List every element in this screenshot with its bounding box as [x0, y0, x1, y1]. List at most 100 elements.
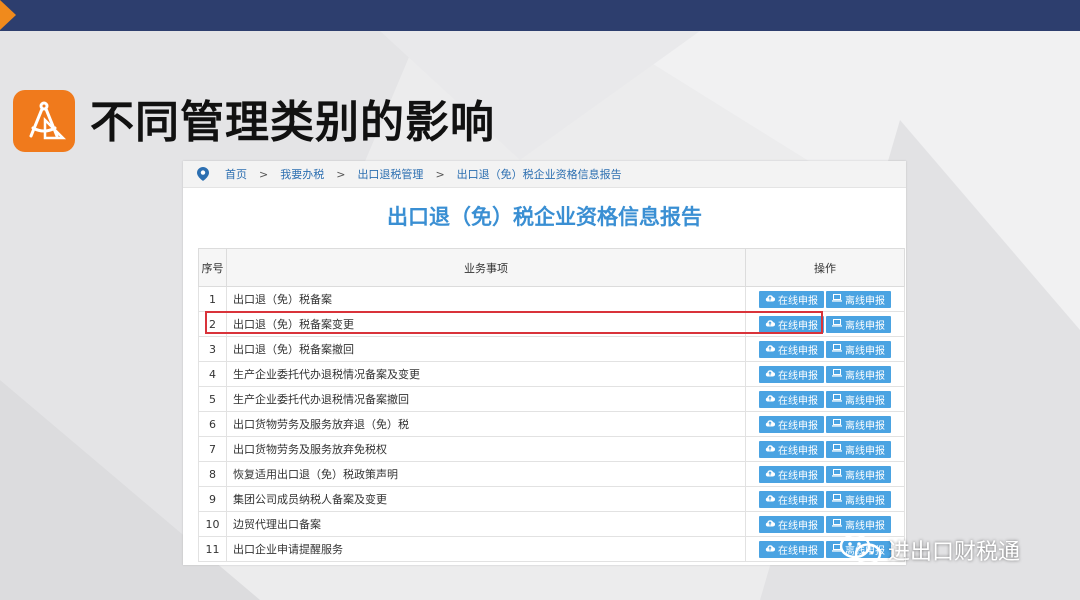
- offline-filing-button[interactable]: 离线申报: [826, 390, 891, 408]
- row-item-name: 出口货物劳务及服务放弃退（免）税: [226, 411, 746, 437]
- cloud-upload-icon: [765, 344, 778, 355]
- offline-filing-button[interactable]: 离线申报: [826, 515, 891, 533]
- table-row: 10 边贸代理出口备案 在线申报 离线申报: [198, 511, 905, 537]
- row-actions: 在线申报 离线申报: [745, 361, 905, 387]
- cloud-upload-icon: [765, 419, 778, 430]
- table-row: 2 出口退（免）税备案变更 在线申报 离线申报: [198, 311, 905, 337]
- online-filing-button[interactable]: 在线申报: [759, 515, 824, 533]
- online-filing-label: 在线申报: [778, 420, 818, 432]
- row-actions: 在线申报 离线申报: [745, 386, 905, 412]
- cloud-upload-icon: [765, 369, 778, 380]
- offline-filing-label: 离线申报: [845, 320, 885, 332]
- table-row: 3 出口退（免）税备案撤回 在线申报 离线申报: [198, 336, 905, 362]
- online-filing-label: 在线申报: [778, 295, 818, 307]
- row-item-name: 恢复适用出口退（免）税政策声明: [226, 461, 746, 487]
- watermark: 进出口财税通: [840, 533, 1020, 567]
- row-actions: 在线申报 离线申报: [745, 436, 905, 462]
- offline-filing-button[interactable]: 离线申报: [826, 365, 891, 383]
- breadcrumb-separator: >: [336, 167, 346, 181]
- row-number: 8: [198, 461, 227, 487]
- table-row: 1 出口退（免）税备案 在线申报 离线申报: [198, 286, 905, 312]
- location-pin-icon: [197, 167, 209, 181]
- top-bar: [0, 0, 1080, 31]
- online-filing-button[interactable]: 在线申报: [759, 415, 824, 433]
- breadcrumb: 首页 > 我要办税 > 出口退税管理 > 出口退（免）税企业资格信息报告: [183, 161, 906, 188]
- cloud-upload-icon: [765, 469, 778, 480]
- table-row: 9 集团公司成员纳税人备案及变更 在线申报 离线申报: [198, 486, 905, 512]
- row-item-name: 出口货物劳务及服务放弃免税权: [226, 436, 746, 462]
- business-items-table: 序号 业务事项 操作 1 出口退（免）税备案 在线申报 离线申报 2 出口退（免）税备案变…: [198, 248, 905, 562]
- online-filing-button[interactable]: 在线申报: [759, 315, 824, 333]
- breadcrumb-home[interactable]: 首页: [225, 166, 247, 182]
- header-ops: 操作: [745, 248, 905, 287]
- offline-filing-button[interactable]: 离线申报: [826, 315, 891, 333]
- online-filing-button[interactable]: 在线申报: [759, 440, 824, 458]
- online-filing-button[interactable]: 在线申报: [759, 290, 824, 308]
- breadcrumb-current[interactable]: 出口退（免）税企业资格信息报告: [457, 166, 622, 182]
- online-filing-label: 在线申报: [778, 545, 818, 557]
- online-filing-label: 在线申报: [778, 345, 818, 357]
- online-filing-button[interactable]: 在线申报: [759, 365, 824, 383]
- laptop-icon: [832, 343, 845, 355]
- offline-filing-label: 离线申报: [845, 345, 885, 357]
- laptop-icon: [832, 318, 845, 330]
- laptop-icon: [832, 493, 845, 505]
- online-filing-button[interactable]: 在线申报: [759, 540, 824, 558]
- cloud-upload-icon: [765, 444, 778, 455]
- table-row: 4 生产企业委托代办退税情况备案及变更 在线申报 离线申报: [198, 361, 905, 387]
- row-number: 9: [198, 486, 227, 512]
- online-filing-label: 在线申报: [778, 470, 818, 482]
- online-filing-button[interactable]: 在线申报: [759, 390, 824, 408]
- laptop-icon: [832, 443, 845, 455]
- cloud-upload-icon: [765, 544, 778, 555]
- row-item-name: 边贸代理出口备案: [226, 511, 746, 537]
- row-number: 7: [198, 436, 227, 462]
- row-item-name: 生产企业委托代办退税情况备案撤回: [226, 386, 746, 412]
- offline-filing-button[interactable]: 离线申报: [826, 490, 891, 508]
- offline-filing-button[interactable]: 离线申报: [826, 440, 891, 458]
- offline-filing-label: 离线申报: [845, 470, 885, 482]
- breadcrumb-tax-filing[interactable]: 我要办税: [280, 166, 324, 182]
- online-filing-label: 在线申报: [778, 445, 818, 457]
- laptop-icon: [832, 518, 845, 530]
- offline-filing-button[interactable]: 离线申报: [826, 415, 891, 433]
- row-number: 11: [198, 536, 227, 562]
- top-accent-triangle: [0, 0, 16, 30]
- slide-title: 不同管理类别的影响: [90, 97, 495, 148]
- online-filing-button[interactable]: 在线申报: [759, 340, 824, 358]
- table-row: 6 出口货物劳务及服务放弃退（免）税 在线申报 离线申报: [198, 411, 905, 437]
- online-filing-button[interactable]: 在线申报: [759, 465, 824, 483]
- row-item-name: 出口退（免）税备案撤回: [226, 336, 746, 362]
- row-actions: 在线申报 离线申报: [745, 486, 905, 512]
- row-number: 3: [198, 336, 227, 362]
- tax-portal-panel: 首页 > 我要办税 > 出口退税管理 > 出口退（免）税企业资格信息报告 出口退…: [183, 161, 906, 565]
- row-number: 2: [198, 311, 227, 337]
- laptop-icon: [832, 468, 845, 480]
- breadcrumb-export-refund[interactable]: 出口退税管理: [357, 166, 423, 182]
- table-row: 7 出口货物劳务及服务放弃免税权 在线申报 离线申报: [198, 436, 905, 462]
- wechat-icon: [840, 533, 882, 565]
- row-item-name: 出口企业申请提醒服务: [226, 536, 746, 562]
- row-number: 1: [198, 286, 227, 312]
- online-filing-label: 在线申报: [778, 395, 818, 407]
- row-item-name: 集团公司成员纳税人备案及变更: [226, 486, 746, 512]
- offline-filing-button[interactable]: 离线申报: [826, 465, 891, 483]
- cloud-upload-icon: [765, 394, 778, 405]
- row-item-name: 生产企业委托代办退税情况备案及变更: [226, 361, 746, 387]
- watermark-text: 进出口财税通: [888, 540, 1021, 565]
- laptop-icon: [832, 418, 845, 430]
- cloud-upload-icon: [765, 519, 778, 530]
- offline-filing-button[interactable]: 离线申报: [826, 290, 891, 308]
- cloud-upload-icon: [765, 294, 778, 305]
- table-header-row: 序号 业务事项 操作: [198, 248, 905, 287]
- table-row: 11 出口企业申请提醒服务 在线申报 离线申报: [198, 536, 905, 562]
- online-filing-button[interactable]: 在线申报: [759, 490, 824, 508]
- online-filing-label: 在线申报: [778, 495, 818, 507]
- cloud-upload-icon: [765, 319, 778, 330]
- offline-filing-label: 离线申报: [845, 395, 885, 407]
- row-actions: 在线申报 离线申报: [745, 411, 905, 437]
- offline-filing-button[interactable]: 离线申报: [826, 340, 891, 358]
- row-actions: 在线申报 离线申报: [745, 286, 905, 312]
- offline-filing-label: 离线申报: [845, 370, 885, 382]
- cloud-upload-icon: [765, 494, 778, 505]
